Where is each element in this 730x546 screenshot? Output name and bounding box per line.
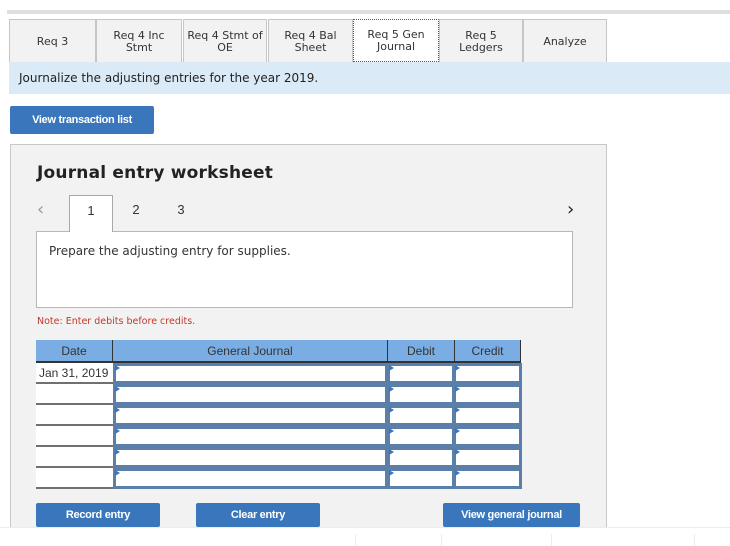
top-divider bbox=[7, 10, 730, 14]
tab-req-4-inc-stmt[interactable]: Req 4 Inc Stmt bbox=[96, 19, 182, 63]
journal-entry-worksheet: Journal entry worksheet ‹ 1 2 3 › Prepar… bbox=[10, 144, 607, 529]
debit-input[interactable] bbox=[387, 363, 455, 384]
tab-req-4-stmt-of-oe[interactable]: Req 4 Stmt of OE bbox=[183, 19, 267, 63]
worksheet-title: Journal entry worksheet bbox=[37, 163, 274, 183]
table-row: Jan 31, 2019 bbox=[36, 363, 522, 384]
account-input[interactable] bbox=[113, 468, 388, 489]
chevron-right-icon[interactable]: › bbox=[567, 199, 574, 220]
divider bbox=[355, 534, 356, 546]
credit-input[interactable] bbox=[453, 426, 522, 447]
credit-input[interactable] bbox=[453, 384, 522, 405]
credit-input[interactable] bbox=[453, 405, 522, 426]
column-header-debit: Debit bbox=[388, 340, 455, 363]
account-input[interactable] bbox=[113, 405, 388, 426]
divider bbox=[551, 534, 552, 546]
column-header-general-journal: General Journal bbox=[113, 340, 388, 363]
debits-note: Note: Enter debits before credits. bbox=[37, 316, 196, 327]
account-input[interactable] bbox=[113, 426, 388, 447]
bottom-band bbox=[0, 527, 730, 546]
view-transaction-list-button[interactable]: View transaction list bbox=[10, 106, 154, 134]
divider bbox=[694, 534, 695, 546]
debit-input[interactable] bbox=[387, 405, 455, 426]
instruction-banner: Journalize the adjusting entries for the… bbox=[9, 62, 730, 94]
tab-req-4-bal-sheet[interactable]: Req 4 Bal Sheet bbox=[268, 19, 353, 63]
table-row bbox=[36, 384, 522, 405]
tab-req-5-ledgers[interactable]: Req 5 Ledgers bbox=[439, 19, 523, 63]
column-header-credit: Credit bbox=[455, 340, 521, 363]
date-cell bbox=[36, 426, 113, 447]
page-tab-2[interactable]: 2 bbox=[114, 195, 158, 232]
tab-req-5-gen-journal[interactable]: Req 5 Gen Journal bbox=[353, 19, 439, 62]
entry-prompt: Prepare the adjusting entry for supplies… bbox=[36, 231, 573, 308]
date-cell bbox=[36, 447, 113, 468]
account-input[interactable] bbox=[113, 447, 388, 468]
instruction-text: Journalize the adjusting entries for the… bbox=[19, 71, 319, 85]
debit-input[interactable] bbox=[387, 426, 455, 447]
credit-input[interactable] bbox=[453, 468, 522, 489]
tab-req-3[interactable]: Req 3 bbox=[9, 19, 96, 63]
table-row bbox=[36, 426, 522, 447]
credit-input[interactable] bbox=[453, 363, 522, 384]
entry-prompt-text: Prepare the adjusting entry for supplies… bbox=[49, 244, 291, 258]
table-row bbox=[36, 405, 522, 426]
debit-input[interactable] bbox=[387, 468, 455, 489]
date-cell bbox=[36, 468, 113, 489]
page-tab-3[interactable]: 3 bbox=[159, 195, 203, 232]
page-tab-1[interactable]: 1 bbox=[69, 195, 113, 232]
credit-input[interactable] bbox=[453, 447, 522, 468]
chevron-left-icon[interactable]: ‹ bbox=[37, 199, 44, 220]
debit-input[interactable] bbox=[387, 384, 455, 405]
tab-analyze[interactable]: Analyze bbox=[523, 19, 607, 63]
date-cell bbox=[36, 405, 113, 426]
clear-entry-button[interactable]: Clear entry bbox=[196, 503, 320, 527]
date-cell: Jan 31, 2019 bbox=[36, 363, 113, 384]
account-input[interactable] bbox=[113, 363, 388, 384]
record-entry-button[interactable]: Record entry bbox=[36, 503, 160, 527]
date-cell bbox=[36, 384, 113, 405]
view-general-journal-button[interactable]: View general journal bbox=[443, 503, 580, 527]
divider bbox=[441, 534, 442, 546]
account-input[interactable] bbox=[113, 384, 388, 405]
debit-input[interactable] bbox=[387, 447, 455, 468]
table-row bbox=[36, 468, 522, 489]
table-row bbox=[36, 447, 522, 468]
column-header-date: Date bbox=[36, 340, 113, 363]
